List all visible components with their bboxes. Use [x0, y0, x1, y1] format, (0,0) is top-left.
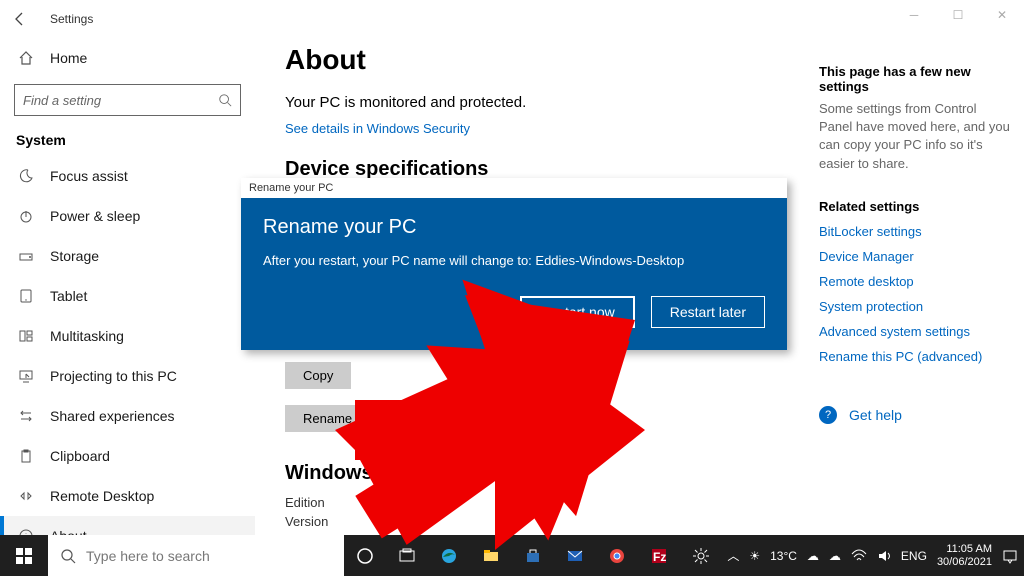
sidebar-item-label: Shared experiences	[50, 408, 175, 424]
search-placeholder: Find a setting	[23, 93, 101, 108]
remote-icon	[16, 486, 36, 506]
sidebar-item-label: Focus assist	[50, 168, 128, 184]
network-icon[interactable]	[851, 549, 867, 563]
link-remote-desktop[interactable]: Remote desktop	[819, 274, 1012, 289]
windows-logo-icon	[16, 548, 32, 564]
window-title: Settings	[50, 12, 93, 26]
store-icon[interactable]	[512, 535, 554, 576]
weather-icon[interactable]: ☀	[749, 549, 760, 563]
cortana-icon[interactable]	[344, 535, 386, 576]
search-input[interactable]: Find a setting	[14, 84, 241, 116]
version-row: Version2	[285, 514, 789, 529]
link-system-protection[interactable]: System protection	[819, 299, 1012, 314]
related-heading: Related settings	[819, 199, 1012, 214]
restart-now-button[interactable]: Restart now	[520, 296, 635, 328]
power-icon	[16, 206, 36, 226]
sidebar-category: System	[0, 124, 255, 156]
volume-icon[interactable]	[877, 549, 891, 563]
sidebar-item-label: Multitasking	[50, 328, 124, 344]
sidebar-item-clipboard[interactable]: Clipboard	[0, 436, 255, 476]
restart-later-button[interactable]: Restart later	[651, 296, 765, 328]
sidebar-item-projecting[interactable]: Projecting to this PC	[0, 356, 255, 396]
sidebar-item-label: Power & sleep	[50, 208, 140, 224]
copy-button[interactable]: Copy	[285, 362, 351, 389]
tray-chevron-icon[interactable]: ︿	[727, 547, 739, 564]
language-indicator[interactable]: ENG	[901, 549, 927, 563]
sidebar-item-storage[interactable]: Storage	[0, 236, 255, 276]
right-panel: This page has a few new settings Some se…	[819, 38, 1024, 535]
get-help-link[interactable]: ?Get help	[819, 406, 1012, 424]
sidebar-item-label: Projecting to this PC	[50, 368, 177, 384]
explorer-icon[interactable]	[470, 535, 512, 576]
link-bitlocker[interactable]: BitLocker settings	[819, 224, 1012, 239]
sidebar-item-label: Remote Desktop	[50, 488, 154, 504]
filezilla-icon[interactable]: Fz	[638, 535, 680, 576]
sidebar-item-label: Storage	[50, 248, 99, 264]
chrome-icon[interactable]	[596, 535, 638, 576]
settings-taskbar-icon[interactable]	[680, 535, 722, 576]
page-title: About	[285, 44, 789, 76]
right-new-sub: Some settings from Control Panel have mo…	[819, 100, 1012, 173]
dialog-message: After you restart, your PC name will cha…	[263, 253, 765, 268]
edition-row: Edition	[285, 495, 789, 510]
minimize-button[interactable]: ─	[892, 0, 936, 30]
sidebar-item-tablet[interactable]: Tablet	[0, 276, 255, 316]
sidebar-item-shared[interactable]: Shared experiences	[0, 396, 255, 436]
temperature[interactable]: 13°C	[770, 549, 797, 563]
multitask-icon	[16, 326, 36, 346]
sidebar-item-label: Clipboard	[50, 448, 110, 464]
windows-spec-heading: Windows specifications	[285, 462, 789, 485]
clock[interactable]: 11:05 AM30/06/2021	[937, 543, 992, 568]
taskbar-search[interactable]: Type here to search	[48, 535, 344, 576]
link-rename-advanced[interactable]: Rename this PC (advanced)	[819, 349, 1012, 364]
home-icon	[16, 48, 36, 68]
dialog-titlebar: Rename your PC	[241, 178, 787, 198]
notifications-icon[interactable]	[1002, 548, 1018, 564]
mail-icon[interactable]	[554, 535, 596, 576]
sidebar-home-label: Home	[50, 50, 87, 66]
link-advanced-settings[interactable]: Advanced system settings	[819, 324, 1012, 339]
moon-icon	[16, 166, 36, 186]
onedrive-icon[interactable]: ☁	[807, 549, 819, 563]
security-link[interactable]: See details in Windows Security	[285, 121, 789, 136]
help-icon: ?	[819, 406, 837, 424]
search-icon	[60, 548, 76, 564]
sidebar-item-focus[interactable]: Focus assist	[0, 156, 255, 196]
svg-text:Fz: Fz	[653, 550, 666, 564]
taskbar-apps: Fz	[344, 535, 722, 576]
protection-status: Your PC is monitored and protected.	[285, 94, 789, 111]
right-new-heading: This page has a few new settings	[819, 64, 1012, 94]
sidebar: Home Find a setting System Focus assist …	[0, 38, 255, 535]
rename-dialog: Rename your PC Rename your PC After you …	[241, 178, 787, 350]
sidebar-item-label: Tablet	[50, 288, 87, 304]
taskbar: Type here to search Fz ︿ ☀ 13°C ☁ ☁ ENG …	[0, 535, 1024, 576]
start-button[interactable]	[0, 535, 48, 576]
sidebar-home[interactable]: Home	[0, 38, 255, 78]
back-button[interactable]	[8, 7, 32, 31]
project-icon	[16, 366, 36, 386]
maximize-button[interactable]: ☐	[936, 0, 980, 30]
clipboard-icon	[16, 446, 36, 466]
taskview-icon[interactable]	[386, 535, 428, 576]
close-button[interactable]: ✕	[980, 0, 1024, 30]
link-device-manager[interactable]: Device Manager	[819, 249, 1012, 264]
search-icon	[218, 93, 232, 107]
dialog-title: Rename your PC	[263, 216, 765, 239]
onedrive2-icon[interactable]: ☁	[829, 549, 841, 563]
storage-icon	[16, 246, 36, 266]
rename-pc-button[interactable]: Rename this PC	[285, 405, 416, 432]
titlebar: Settings ─ ☐ ✕	[0, 0, 1024, 38]
edge-icon[interactable]	[428, 535, 470, 576]
shared-icon	[16, 406, 36, 426]
sidebar-item-power[interactable]: Power & sleep	[0, 196, 255, 236]
tablet-icon	[16, 286, 36, 306]
system-tray: ︿ ☀ 13°C ☁ ☁ ENG 11:05 AM30/06/2021	[727, 543, 1024, 568]
sidebar-item-remote[interactable]: Remote Desktop	[0, 476, 255, 516]
sidebar-item-multitasking[interactable]: Multitasking	[0, 316, 255, 356]
